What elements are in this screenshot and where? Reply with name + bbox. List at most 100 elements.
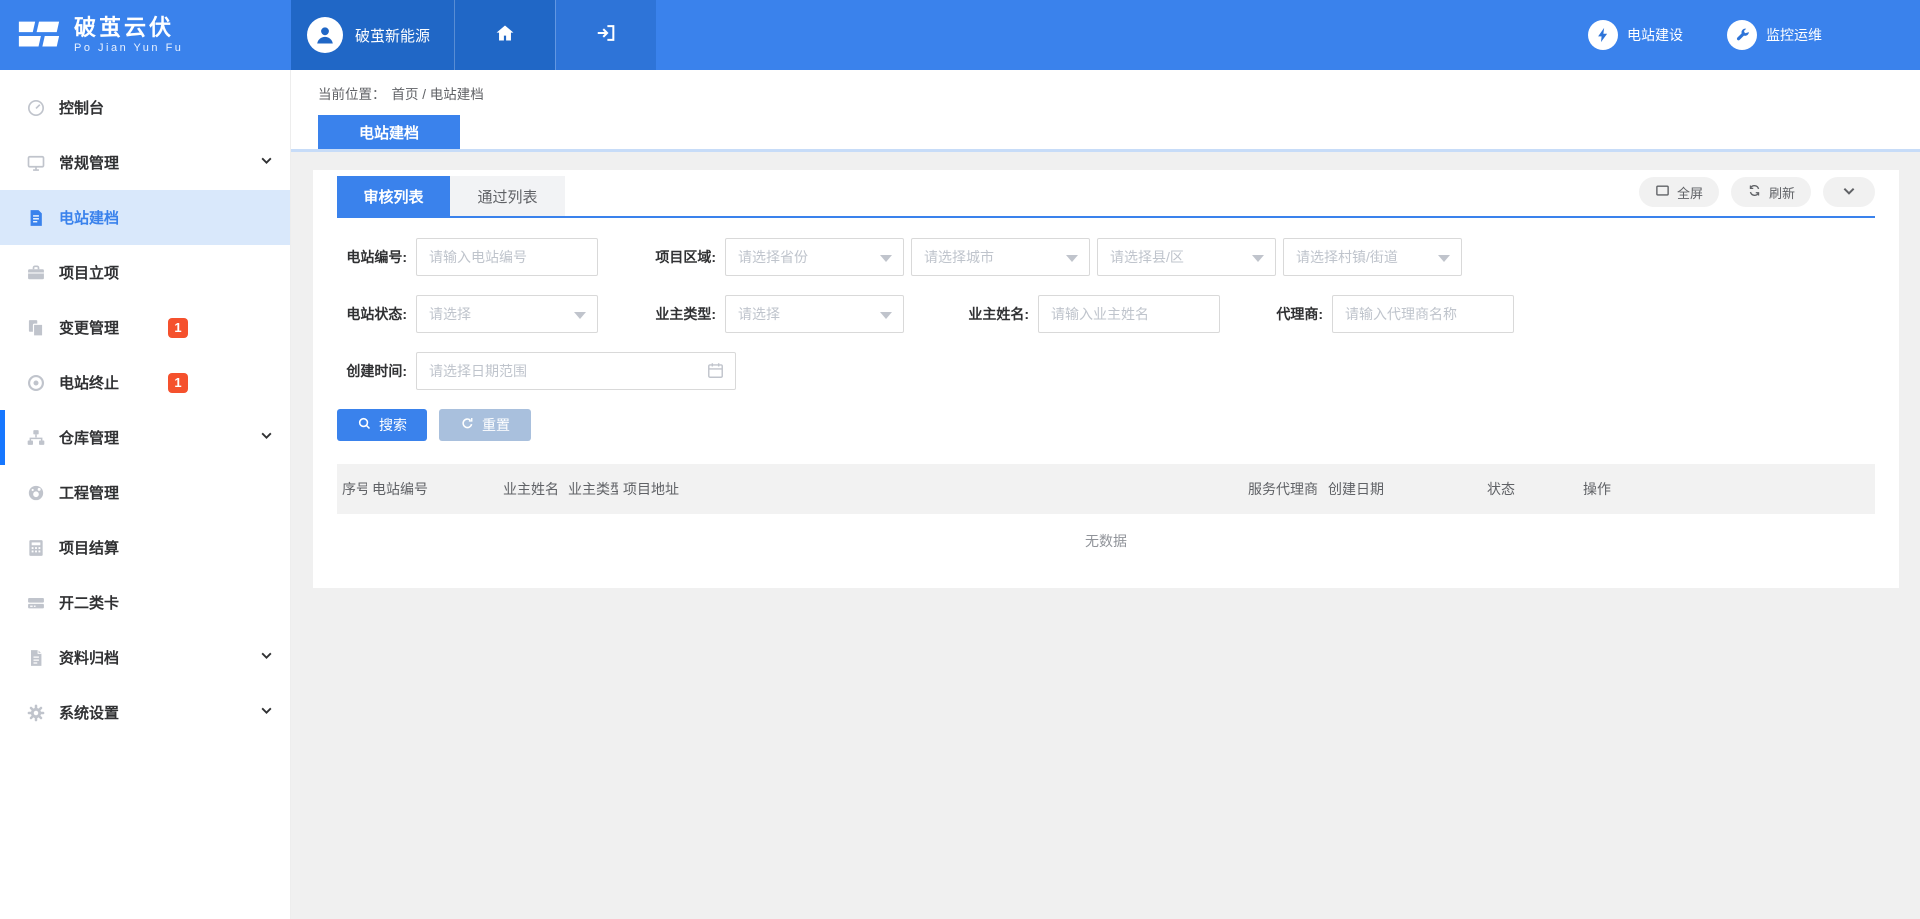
panel-card: 审核列表 通过列表 全屏 — [313, 170, 1899, 588]
main-area: 当前位置： 首页 / 电站建档 电站建档 审核列表 通过列表 — [291, 70, 1920, 919]
sidebar-item-project-approval[interactable]: 项目立项 — [0, 245, 290, 300]
date-range-input[interactable] — [416, 352, 736, 390]
document-icon — [26, 208, 46, 228]
refresh-button[interactable]: 刷新 — [1731, 177, 1811, 207]
sign-in-icon — [595, 22, 617, 49]
logo-text: 破茧云伏 Po Jian Yun Fu — [74, 16, 183, 54]
town-select[interactable]: 请选择村镇/街道 — [1283, 238, 1462, 276]
notification-badge: 1 — [168, 373, 188, 393]
sidebar-item-label: 仓库管理 — [59, 427, 119, 448]
column-created-date: 创建日期 — [1323, 464, 1482, 514]
sidebar-item-warehouse-mgmt[interactable]: 仓库管理 — [0, 410, 290, 465]
station-no-input[interactable] — [416, 238, 598, 276]
header-right-nav: 电站建设 监控运维 — [1588, 0, 1920, 70]
province-select[interactable]: 请选择省份 — [725, 238, 904, 276]
search-button[interactable]: 搜索 — [337, 409, 427, 441]
sidebar-item-change-mgmt[interactable]: 变更管理 1 — [0, 300, 290, 355]
sidebar-item-station-termination[interactable]: 电站终止 1 — [0, 355, 290, 410]
sidebar-item-label: 开二类卡 — [59, 592, 119, 613]
city-select[interactable]: 请选择城市 — [911, 238, 1090, 276]
briefcase-icon — [26, 263, 46, 283]
breadcrumb-path[interactable]: 首页 / 电站建档 — [392, 83, 484, 103]
reset-icon — [460, 416, 475, 434]
county-select[interactable]: 请选择县/区 — [1097, 238, 1276, 276]
agent-input[interactable] — [1332, 295, 1514, 333]
tab-review-list[interactable]: 审核列表 — [337, 176, 450, 216]
calculator-icon — [26, 538, 46, 558]
sidebar-item-label: 常规管理 — [59, 152, 119, 173]
sidebar-item-station-filing[interactable]: 电站建档 — [0, 190, 290, 245]
user-menu[interactable]: 破茧新能源 — [291, 0, 454, 70]
sitemap-icon — [26, 428, 46, 448]
record-circle-icon — [26, 373, 46, 393]
table-header-row: 序号 电站编号 业主姓名 业主类型 项目地址 服务代理商 创建日期 状态 操作 — [337, 464, 1875, 514]
gear-icon — [26, 703, 46, 723]
sidebar-item-label: 变更管理 — [59, 317, 119, 338]
home-icon — [494, 22, 516, 49]
fullscreen-icon — [1655, 183, 1670, 201]
sidebar-item-data-archive[interactable]: 资料归档 — [0, 630, 290, 685]
sidebar-item-type2-card[interactable]: 开二类卡 — [0, 575, 290, 630]
column-service-agent: 服务代理商 — [1243, 464, 1323, 514]
nav-station-build[interactable]: 电站建设 — [1588, 20, 1683, 50]
panel-toolbar: 全屏 刷新 — [1639, 177, 1875, 215]
logo: 破茧云伏 Po Jian Yun Fu — [0, 0, 291, 70]
company-name: 破茧新能源 — [355, 25, 430, 46]
owner-name-label: 业主姓名: — [959, 304, 1029, 324]
sidebar-item-console[interactable]: 控制台 — [0, 80, 290, 135]
column-station-no: 电站编号 — [367, 464, 498, 514]
sidebar-item-label: 工程管理 — [59, 482, 119, 503]
sidebar: 控制台 常规管理 — [0, 70, 291, 919]
station-status-select[interactable]: 请选择 — [416, 295, 598, 333]
owner-type-select[interactable]: 请选择 — [725, 295, 904, 333]
filter-row-3: 创建时间: — [337, 352, 1875, 390]
app-window: 破茧云伏 Po Jian Yun Fu 破茧新能源 — [0, 0, 1920, 919]
owner-type-label: 业主类型: — [646, 304, 716, 324]
tab-passed-list[interactable]: 通过列表 — [450, 176, 565, 216]
card-icon — [26, 593, 46, 613]
user-avatar-icon — [307, 17, 343, 53]
column-project-address: 项目地址 — [618, 464, 1243, 514]
sign-in-button[interactable] — [555, 0, 656, 70]
sidebar-item-label: 电站建档 — [59, 207, 119, 228]
home-button[interactable] — [454, 0, 555, 70]
sidebar-item-general-mgmt[interactable]: 常规管理 — [0, 135, 290, 190]
empty-state: 无数据 — [337, 514, 1875, 579]
dashboard-icon — [26, 98, 46, 118]
sidebar-item-label: 系统设置 — [59, 702, 119, 723]
top-header: 破茧云伏 Po Jian Yun Fu 破茧新能源 — [0, 0, 1920, 70]
sidebar-item-label: 电站终止 — [59, 372, 119, 393]
lightning-icon — [1588, 20, 1618, 50]
active-indicator — [0, 410, 5, 465]
owner-name-input[interactable] — [1038, 295, 1220, 333]
search-icon — [357, 416, 372, 434]
sidebar-item-system-settings[interactable]: 系统设置 — [0, 685, 290, 740]
sidebar-item-project-settlement[interactable]: 项目结算 — [0, 520, 290, 575]
breadcrumb-prefix: 当前位置： — [318, 83, 386, 103]
chevron-down-icon — [1842, 184, 1856, 201]
collapse-button[interactable] — [1823, 177, 1875, 207]
column-index: 序号 — [337, 464, 367, 514]
chevron-down-icon — [260, 704, 273, 722]
nav-monitor-ops-label: 监控运维 — [1766, 25, 1822, 45]
sidebar-item-engineering-mgmt[interactable]: 工程管理 — [0, 465, 290, 520]
region-label: 项目区域: — [646, 247, 716, 267]
notification-badge: 1 — [168, 318, 188, 338]
monitor-icon — [26, 153, 46, 173]
filter-form: 电站编号: 项目区域: 请选择省份 请选择城市 请选择县/区 请选择村镇/街道 … — [337, 218, 1875, 390]
fullscreen-label: 全屏 — [1677, 183, 1703, 202]
reset-button[interactable]: 重置 — [439, 409, 531, 441]
fullscreen-button[interactable]: 全屏 — [1639, 177, 1719, 207]
calendar-icon[interactable] — [706, 361, 725, 385]
column-owner-type: 业主类型 — [563, 464, 618, 514]
refresh-label: 刷新 — [1769, 183, 1795, 202]
page-tab-row: 电站建档 — [291, 115, 1920, 149]
chevron-down-icon — [260, 154, 273, 172]
sidebar-item-label: 控制台 — [59, 97, 104, 118]
created-time-label: 创建时间: — [337, 361, 407, 381]
nav-monitor-ops[interactable]: 监控运维 — [1727, 20, 1822, 50]
filter-actions: 搜索 重置 — [337, 409, 1875, 441]
page-tab-station-filing[interactable]: 电站建档 — [318, 115, 460, 149]
date-range-picker — [416, 352, 736, 390]
sidebar-item-label: 项目立项 — [59, 262, 119, 283]
